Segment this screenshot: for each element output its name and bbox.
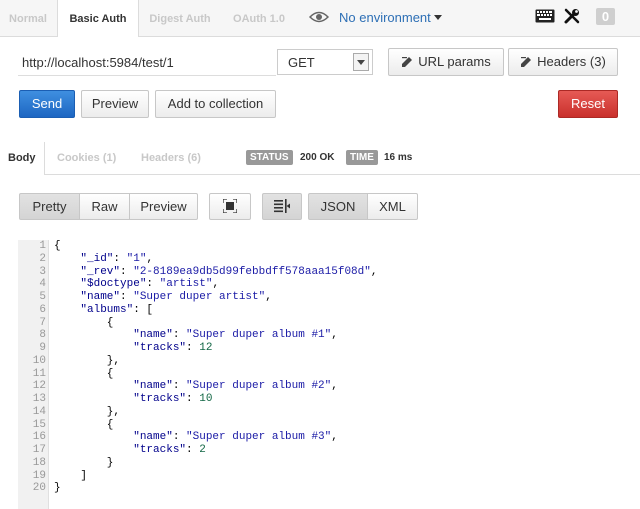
preview-button[interactable]: Preview [81, 90, 149, 118]
code-text: { [54, 367, 114, 380]
format-json-button[interactable]: JSON [308, 193, 368, 220]
code-text: } [54, 482, 61, 495]
send-button[interactable]: Send [19, 90, 75, 118]
code-text: "tracks": 10 [133, 393, 213, 405]
reset-button[interactable]: Reset [558, 90, 618, 118]
line-number: 16 [32, 431, 46, 444]
chevron-down-icon [433, 15, 442, 20]
line-number: 8 [39, 329, 46, 342]
line-number: 19 [32, 469, 46, 482]
fullscreen-icon [222, 198, 238, 214]
code-text: { [54, 316, 114, 329]
line-number: 10 [32, 354, 46, 367]
line-number: 13 [32, 393, 46, 405]
status-value: 200 OK [300, 152, 335, 163]
tab-oauth[interactable]: OAuth 1.0 [223, 0, 295, 36]
wrap-lines-button[interactable] [262, 193, 302, 220]
wrap-lines-icon [274, 199, 290, 213]
code-text: "_id": "1", [80, 252, 154, 265]
code-text: "name": "Super duper album #3", [133, 431, 338, 444]
line-number: 7 [39, 316, 46, 329]
fullscreen-button[interactable] [209, 193, 251, 220]
keyboard-icon[interactable] [535, 9, 555, 23]
code-text: { [54, 240, 61, 252]
headers-label: Headers (3) [537, 54, 606, 69]
eye-icon[interactable] [309, 10, 329, 24]
tab-normal[interactable]: Normal [0, 0, 56, 36]
method-value: GET [288, 55, 315, 70]
code-text: "tracks": 12 [133, 342, 213, 354]
view-preview-button[interactable]: Preview [129, 193, 198, 220]
line-number: 14 [32, 405, 46, 418]
response-body-editor[interactable]: 1 {2 "_id": "1", 3 "_rev": "2-8189ea9db5d9… [18, 240, 640, 509]
tab-cookies[interactable]: Cookies (1) [57, 142, 116, 174]
format-xml-button[interactable]: XML [367, 193, 418, 220]
code-text: "name": "Super duper album #2", [133, 380, 338, 393]
line-number: 3 [39, 265, 46, 278]
tab-basic-auth[interactable]: Basic Auth [57, 0, 139, 37]
line-number: 11 [32, 367, 46, 380]
tab-body[interactable]: Body [0, 142, 45, 175]
code-text: ] [54, 469, 88, 482]
code-text: "tracks": 2 [133, 444, 206, 456]
code-text: }, [54, 405, 121, 418]
settings-tools-icon[interactable] [563, 7, 581, 25]
view-raw-button[interactable]: Raw [79, 193, 130, 220]
line-number: 6 [39, 303, 46, 316]
environment-label: No environment [339, 10, 431, 25]
line-number: 17 [32, 444, 46, 456]
url-input[interactable] [18, 49, 276, 76]
line-number: 2 [39, 252, 46, 265]
code-text: { [54, 418, 114, 431]
headers-button[interactable]: Headers (3) [508, 48, 618, 76]
url-params-button[interactable]: URL params [388, 48, 504, 76]
environment-selector[interactable]: No environment [339, 10, 442, 25]
line-number: 18 [32, 456, 46, 469]
line-number: 1 [39, 240, 46, 252]
line-number: 20 [32, 482, 46, 495]
line-number: 4 [39, 278, 46, 291]
view-pretty-button[interactable]: Pretty [19, 193, 80, 220]
add-to-collection-button[interactable]: Add to collection [155, 90, 276, 118]
notification-count-badge[interactable]: 0 [596, 8, 615, 25]
code-text: "name": "Super duper artist", [80, 291, 272, 303]
code-text: }, [54, 354, 121, 367]
auth-tab-bar: Normal Basic Auth Digest Auth OAuth 1.0 … [0, 0, 640, 37]
url-params-label: URL params [418, 54, 491, 69]
dropdown-arrow-icon [353, 53, 369, 71]
edit-icon [402, 57, 413, 67]
tab-response-headers[interactable]: Headers (6) [141, 142, 201, 174]
code-text: "name": "Super duper album #1", [133, 329, 338, 342]
tab-digest-auth[interactable]: Digest Auth [139, 0, 221, 36]
code-text: "$doctype": "artist", [80, 278, 220, 291]
line-number: 5 [39, 291, 46, 303]
line-number: 12 [32, 380, 46, 393]
status-badge: STATUS [246, 150, 293, 165]
code-text: "albums": [ [80, 303, 154, 316]
method-select[interactable]: GET [277, 49, 373, 75]
edit-icon [521, 57, 532, 67]
time-value: 16 ms [384, 152, 413, 163]
code-text: "_rev": "2-8189ea9db5d99febbdff578aaa15f… [80, 265, 378, 278]
line-number: 9 [39, 342, 46, 354]
code-text: } [54, 456, 114, 469]
line-number: 15 [32, 418, 46, 431]
time-badge: TIME [346, 150, 378, 165]
